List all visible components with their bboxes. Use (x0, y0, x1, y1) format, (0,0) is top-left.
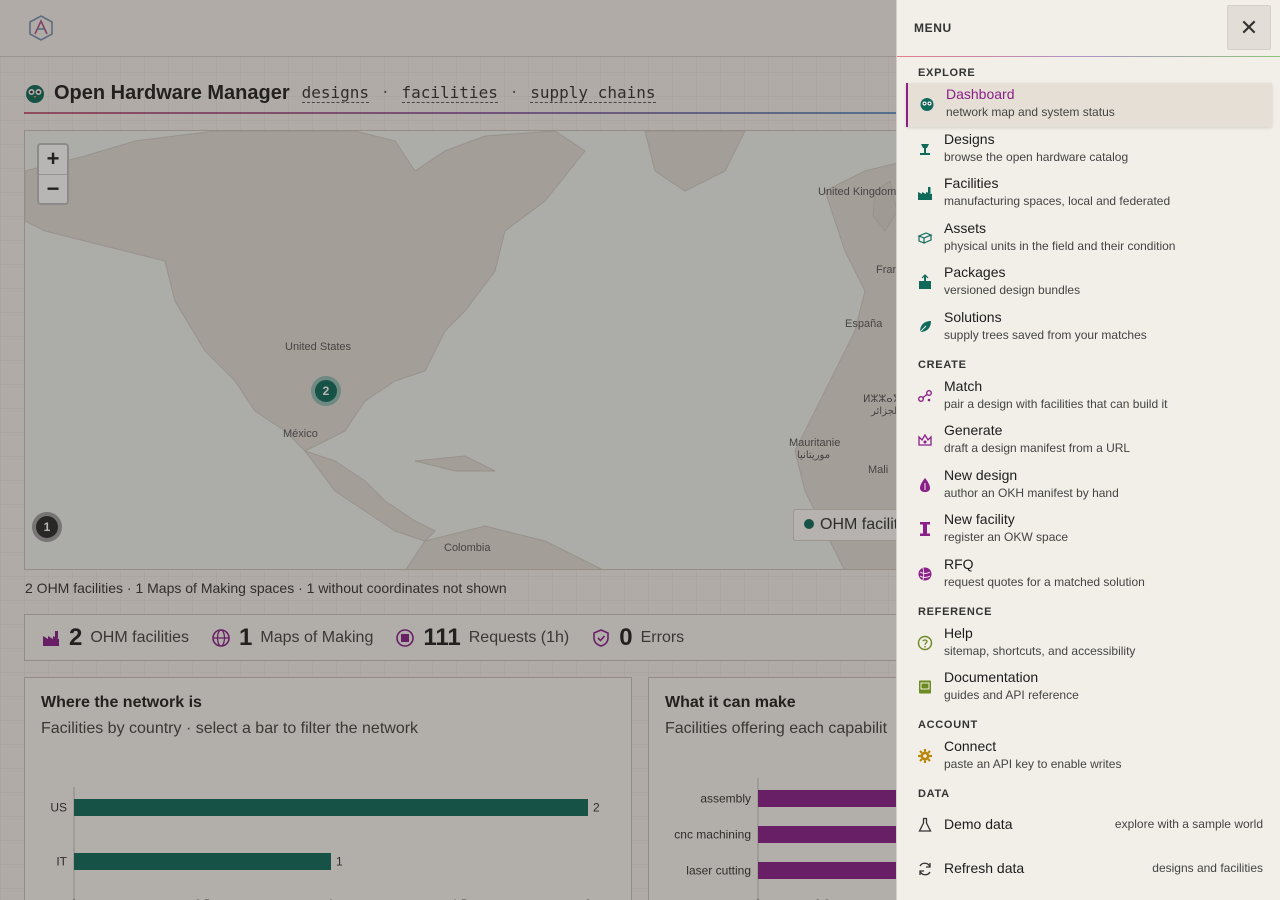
blueprint-icon (920, 144, 930, 155)
section-data: DATA (918, 788, 950, 800)
modal-scrim[interactable] (0, 0, 896, 900)
close-menu-button[interactable]: ✕ (1227, 5, 1271, 50)
close-icon: ✕ (1239, 15, 1259, 40)
leaf-icon (919, 321, 931, 333)
drawer-header: MENU ✕ (897, 0, 1280, 57)
menu-item-hint: explore with a sample world (1114, 817, 1263, 831)
menu-item-description: physical units in the field and their co… (944, 239, 1176, 253)
menu-item-description: request quotes for a matched solution (944, 575, 1145, 589)
flask-icon (918, 817, 932, 832)
section-account: ACCOUNT (918, 719, 978, 731)
menu-drawer: MENU ✕ EXPLORE Dashboard network map and… (896, 0, 1280, 900)
menu-item-label: Facilities (944, 175, 999, 191)
menu-item-label: Packages (944, 264, 1006, 280)
menu-item-rfq[interactable]: RFQ request quotes for a matched solutio… (906, 553, 1272, 597)
menu-item-new-design[interactable]: New design author an OKH manifest by han… (906, 464, 1272, 508)
menu-item-label: Match (944, 378, 983, 394)
section-reference: REFERENCE (918, 606, 993, 618)
help-icon (917, 635, 933, 651)
menu-item-description: supply trees saved from your matches (944, 328, 1147, 342)
menu-item-label: Generate (944, 422, 1003, 438)
menu-item-new-facility[interactable]: New facility register an OKW space (906, 508, 1272, 552)
menu-item-description: network map and system status (946, 105, 1115, 119)
menu-item-label: New design (944, 467, 1018, 483)
gear-icon (918, 749, 932, 763)
menu-item-label: RFQ (944, 556, 974, 572)
menu-item-description: register an OKW space (944, 530, 1069, 544)
menu-item-description: browse the open hardware catalog (944, 150, 1129, 164)
menu-item-dashboard[interactable]: Dashboard network map and system status (906, 83, 1272, 127)
menu-item-generate[interactable]: Generate draft a design manifest from a … (906, 419, 1272, 463)
refresh-icon (919, 862, 931, 876)
menu-item-label: Demo data (944, 816, 1013, 832)
crown-icon (918, 433, 932, 446)
menu-item-description: versioned design bundles (944, 283, 1081, 297)
menu-item-description: author an OKH manifest by hand (944, 486, 1119, 500)
menu-item-description: guides and API reference (944, 688, 1079, 702)
menu-item-help[interactable]: Help sitemap, shortcuts, and accessibili… (906, 622, 1272, 666)
menu-item-packages[interactable]: Packages versioned design bundles (906, 261, 1272, 305)
menu-item-label: Solutions (944, 309, 1002, 325)
menu-item-match[interactable]: Match pair a design with facilities that… (906, 375, 1272, 419)
menu-item-refresh-data[interactable]: Refresh data designs and facilities (906, 848, 1272, 892)
menu-item-description: draft a design manifest from a URL (944, 441, 1131, 455)
yarn-ball-icon (918, 567, 932, 581)
menu-item-solutions[interactable]: Solutions supply trees saved from your m… (906, 306, 1272, 350)
menu-item-facilities[interactable]: Facilities manufacturing spaces, local a… (906, 172, 1272, 216)
menu-item-demo-data[interactable]: Demo data explore with a sample world (906, 804, 1272, 848)
menu-item-label: Dashboard (946, 86, 1015, 102)
menu-item-label: Assets (944, 220, 987, 236)
menu-item-label: New facility (944, 511, 1015, 527)
book-icon (919, 680, 931, 694)
menu-item-assets[interactable]: Assets physical units in the field and t… (906, 217, 1272, 261)
boxes-icon (917, 232, 933, 244)
drop-icon (920, 478, 930, 492)
menu-item-description: manufacturing spaces, local and federate… (944, 194, 1171, 208)
menu-item-documentation[interactable]: Documentation guides and API reference (906, 666, 1272, 710)
drawer-divider (897, 56, 1280, 57)
menu-item-designs[interactable]: Designs browse the open hardware catalog (906, 128, 1272, 172)
menu-item-connect[interactable]: Connect paste an API key to enable write… (906, 735, 1272, 779)
package-icon (919, 274, 931, 289)
menu-item-label: Connect (944, 738, 997, 754)
menu-item-description: pair a design with facilities that can b… (944, 397, 1168, 411)
menu-item-label: Refresh data (944, 860, 1025, 876)
menu-item-hint: designs and facilities (1152, 861, 1263, 875)
link-nodes-icon (918, 390, 932, 402)
menu-item-label: Designs (944, 131, 995, 147)
factory-icon (918, 187, 932, 200)
section-create: CREATE (918, 359, 967, 371)
menu-title: MENU (914, 21, 952, 35)
section-explore: EXPLORE (918, 67, 976, 79)
menu-item-description: paste an API key to enable writes (944, 757, 1122, 771)
menu-item-label: Documentation (944, 669, 1039, 685)
spool-icon (920, 522, 930, 536)
menu-item-label: Help (944, 625, 973, 641)
owl-icon (920, 98, 934, 111)
menu-item-description: sitemap, shortcuts, and accessibility (944, 644, 1136, 658)
